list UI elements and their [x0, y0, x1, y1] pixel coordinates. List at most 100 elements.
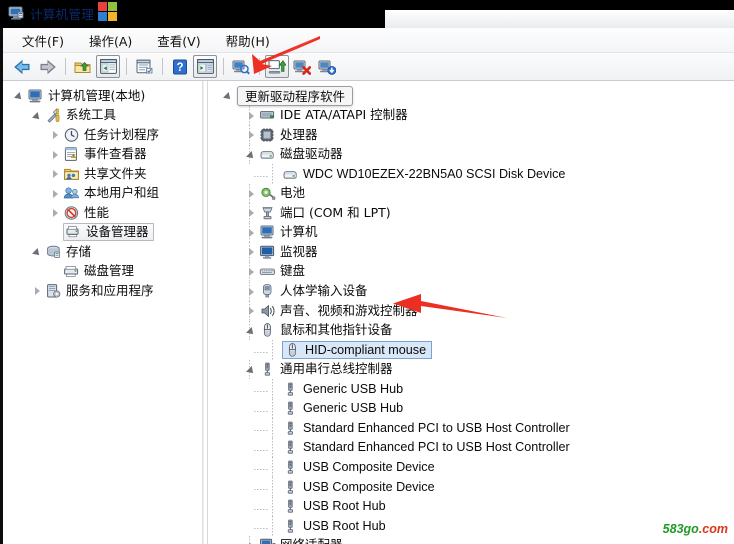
chevron-down-icon[interactable]: [31, 106, 45, 125]
scan-for-hardware-changes-button[interactable]: [229, 55, 253, 78]
properties-button[interactable]: [132, 55, 156, 78]
device-tree[interactable]: IDE ATA/ATAPI 控制器 处理器磁盘驱动器 WDC WD10EZEX-22…: [207, 81, 734, 544]
chevron-right-icon[interactable]: [245, 242, 259, 261]
chevron-right-icon[interactable]: [49, 184, 63, 203]
device-tree-item[interactable]: 电池: [245, 184, 305, 203]
device-tree-item[interactable]: Generic USB Hub: [268, 399, 403, 418]
chevron-right-icon[interactable]: [245, 184, 259, 203]
chevron-right-icon[interactable]: [31, 281, 45, 300]
device-tree-item[interactable]: 通用串行总线控制器: [245, 360, 393, 379]
device-tree-item[interactable]: 人体学输入设备: [245, 282, 368, 301]
console-tree-item[interactable]: 共享文件夹: [49, 164, 147, 183]
device-tree-item[interactable]: IDE ATA/ATAPI 控制器: [245, 106, 408, 125]
chevron-right-icon[interactable]: [245, 301, 259, 320]
menu-action[interactable]: 操作(A): [82, 29, 139, 52]
tree-connector: [254, 469, 268, 471]
chevron-down-icon[interactable]: [31, 242, 45, 261]
hid-icon: [259, 283, 276, 299]
device-tree-item[interactable]: USB Composite Device: [268, 477, 435, 496]
console-tree[interactable]: 计算机管理(本地) 系统工具 任务计划程序 事件查看器 共享文件夹本地用户和组性能 设备管…: [3, 81, 201, 544]
device-tree-item[interactable]: Generic USB Hub: [268, 379, 403, 398]
console-tree-item[interactable]: 事件查看器: [49, 145, 147, 164]
console-tree-item-label: 本地用户和组: [84, 185, 160, 200]
menu-file[interactable]: 文件(F): [15, 29, 71, 52]
chevron-right-icon[interactable]: [245, 223, 259, 242]
chevron-down-icon[interactable]: [245, 145, 259, 164]
up-one-level-button[interactable]: [71, 55, 95, 78]
console-tree-item[interactable]: 系统工具: [31, 106, 116, 125]
chevron-right-icon[interactable]: [49, 125, 63, 144]
console-tree-item[interactable]: 计算机管理(本地): [13, 86, 145, 105]
device-tree-item-label: Generic USB Hub: [303, 381, 404, 396]
back-button[interactable]: [10, 55, 34, 78]
device-tree-item[interactable]: 声音、视频和游戏控制器: [245, 301, 418, 320]
usb-icon: [282, 459, 299, 475]
show-hide-action-pane-button[interactable]: [193, 55, 217, 78]
console-tree-item[interactable]: 任务计划程序: [49, 125, 159, 144]
chevron-right-icon[interactable]: [245, 203, 259, 222]
device-tree-item[interactable]: HID-compliant mouse: [268, 340, 433, 359]
console-tree-item[interactable]: 设备管理器: [49, 223, 154, 242]
chevron-down-icon[interactable]: [245, 321, 259, 340]
chevron-right-icon[interactable]: [49, 203, 63, 222]
device-tree-item[interactable]: 键盘: [245, 262, 305, 281]
update-driver-software-button[interactable]: [265, 55, 289, 78]
device-tree-item[interactable]: USB Composite Device: [268, 457, 435, 476]
device-tree-item[interactable]: Standard Enhanced PCI to USB Host Contro…: [268, 438, 570, 457]
device-tree-item[interactable]: WDC WD10EZEX-22BN5A0 SCSI Disk Device: [268, 164, 565, 183]
chevron-down-icon[interactable]: [222, 86, 236, 105]
usb-icon: [282, 400, 299, 416]
chevron-right-icon[interactable]: [245, 262, 259, 281]
tree-connector: [254, 528, 268, 530]
device-tree-item[interactable]: Standard Enhanced PCI to USB Host Contro…: [268, 418, 570, 437]
chevron-right-icon[interactable]: [245, 282, 259, 301]
console-tree-item-label: 服务和应用程序: [66, 282, 154, 298]
console-tree-item[interactable]: 存储: [31, 242, 91, 261]
console-tree-item[interactable]: 性能: [49, 203, 109, 222]
chevron-down-icon[interactable]: [245, 360, 259, 379]
forward-button[interactable]: [35, 55, 59, 78]
device-tree-item[interactable]: 网络适配器: [245, 536, 343, 544]
window-title: 计算机管理: [30, 7, 95, 22]
device-tree-item-label: 鼠标和其他指针设备: [280, 322, 393, 338]
chevron-down-icon[interactable]: [13, 86, 27, 105]
console-tree-pane[interactable]: 计算机管理(本地) 系统工具 任务计划程序 事件查看器 共享文件夹本地用户和组性能 设备管…: [3, 81, 203, 544]
usb-icon: [282, 439, 299, 455]
console-tree-item[interactable]: 本地用户和组: [49, 184, 159, 203]
show-hide-console-tree-button[interactable]: [96, 55, 120, 78]
chevron-right-icon[interactable]: [49, 164, 63, 183]
windows-logo-icon: [98, 2, 117, 21]
menu-help[interactable]: 帮助(H): [219, 29, 277, 52]
device-tree-item[interactable]: 计算机: [245, 223, 318, 242]
console-tree-item[interactable]: 服务和应用程序: [31, 281, 154, 300]
device-tree-item[interactable]: 端口 (COM 和 LPT): [245, 203, 391, 222]
task-scheduler-clock-icon: [63, 127, 80, 143]
device-tree-item[interactable]: USB Root Hub: [268, 516, 386, 535]
computer-management-icon: [8, 5, 25, 21]
uninstall-device-button[interactable]: [290, 55, 314, 78]
device-tree-item[interactable]: USB Root Hub: [268, 497, 386, 516]
device-tree-item[interactable]: 监视器: [245, 242, 318, 261]
device-tree-item-label: USB Root Hub: [303, 499, 386, 514]
chevron-right-icon[interactable]: [245, 106, 259, 125]
computer-management-window: 计算机管理 文件(F) 操作(A) 查看(V) 帮助(H) ? 计算机管理(本地…: [0, 0, 734, 544]
help-button[interactable]: ?: [168, 55, 192, 78]
chevron-right-icon[interactable]: [49, 145, 63, 164]
device-tree-item-label: 监视器: [280, 243, 318, 259]
chevron-right-icon[interactable]: [245, 125, 259, 144]
device-manager-pane[interactable]: IDE ATA/ATAPI 控制器 处理器磁盘驱动器 WDC WD10EZEX-22…: [204, 81, 734, 544]
console-tree-item[interactable]: 磁盘管理: [49, 262, 134, 281]
device-tree-item-label: 磁盘驱动器: [280, 146, 343, 162]
tree-connector: [254, 410, 268, 412]
chevron-right-icon[interactable]: [245, 536, 259, 544]
watermark-tld: .com: [698, 522, 728, 536]
device-tree-item[interactable]: 磁盘驱动器: [245, 145, 343, 164]
device-tree-item[interactable]: 处理器: [245, 125, 318, 144]
device-tree-item[interactable]: 鼠标和其他指针设备: [245, 321, 393, 340]
disable-device-button[interactable]: [315, 55, 339, 78]
menu-view[interactable]: 查看(V): [150, 29, 207, 52]
computer-icon: [27, 88, 44, 104]
